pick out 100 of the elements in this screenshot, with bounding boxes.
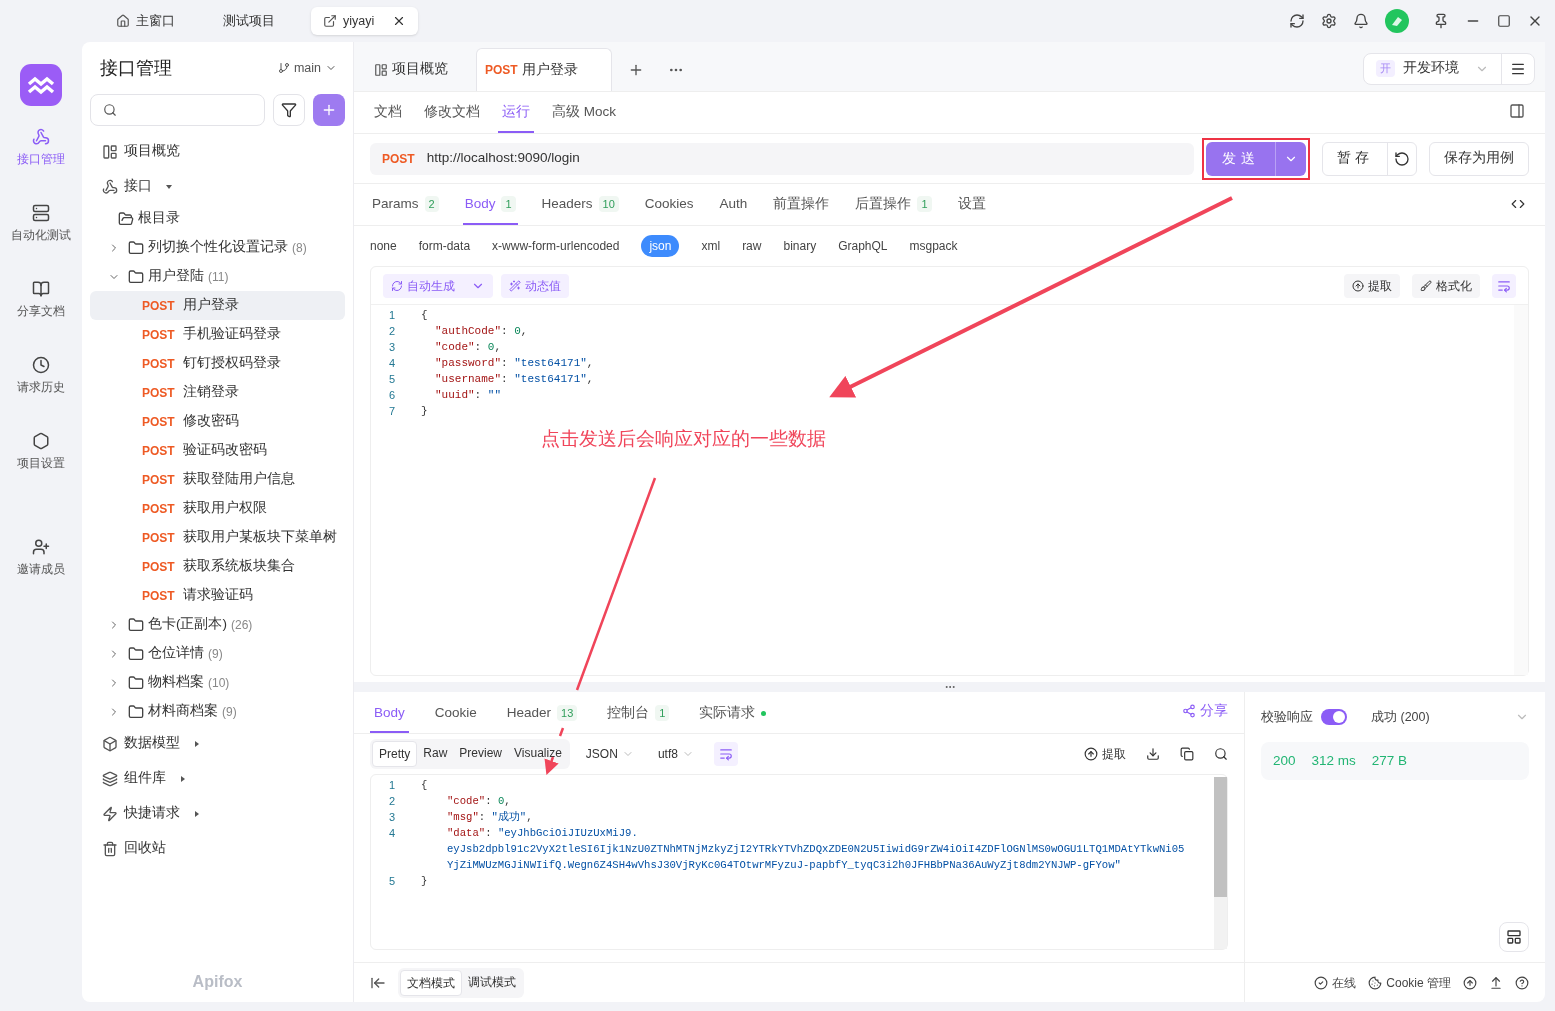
rail-item[interactable]: 邀请成员 xyxy=(3,530,79,606)
sidebar-item[interactable]: 项目概览 xyxy=(90,134,345,169)
share-link[interactable]: 分享 xyxy=(1182,700,1228,721)
tree-item[interactable]: 根目录 xyxy=(90,204,345,233)
extract-button[interactable]: 提取 xyxy=(1084,745,1126,763)
validate-switch[interactable] xyxy=(1321,709,1347,725)
save-case-button[interactable]: 保存为用例 xyxy=(1429,141,1529,176)
tree-folder[interactable]: 材料商档案 (9) xyxy=(90,697,345,726)
view-tab[interactable]: 高级 Mock xyxy=(548,93,620,133)
status-item[interactable]: 在线 xyxy=(1314,973,1357,992)
endpoint-item[interactable]: POST 获取用户某板块下菜单树 xyxy=(90,523,345,552)
body-type-option[interactable]: form-data xyxy=(418,237,471,255)
panel-toggle-icon[interactable] xyxy=(1509,103,1525,119)
document-tab[interactable]: POST 用户登录 xyxy=(476,48,612,91)
sidebar-section[interactable]: 数据模型 xyxy=(90,726,345,761)
copy-icon[interactable] xyxy=(1180,747,1194,761)
window-tab[interactable]: yiyayi xyxy=(311,7,419,35)
body-type-option[interactable]: raw xyxy=(742,237,762,255)
view-mode-option[interactable]: Pretty xyxy=(372,741,418,767)
endpoint-item[interactable]: POST 验证码改密码 xyxy=(90,436,345,465)
tree-folder[interactable]: 物料档案 (10) xyxy=(90,668,345,697)
sidebar-item[interactable]: 回收站 xyxy=(90,831,345,866)
wrap-button[interactable] xyxy=(1492,273,1516,298)
tree-folder[interactable]: 用户登陆 (11) xyxy=(90,262,345,291)
format-button[interactable]: 格式化 xyxy=(1412,273,1480,298)
param-tab[interactable]: 设置 xyxy=(955,185,988,225)
rail-item[interactable]: 分享文档 xyxy=(3,272,79,348)
tree-folder[interactable]: 仓位详情 (9) xyxy=(90,639,345,668)
layout-button[interactable] xyxy=(1499,922,1529,952)
body-type-option[interactable]: binary xyxy=(783,237,817,255)
sidebar-section[interactable]: 组件库 xyxy=(90,761,345,796)
download-icon[interactable] xyxy=(1146,747,1160,761)
response-tab[interactable]: 控制台 1 xyxy=(603,695,674,733)
mode-option[interactable]: 调试模式 xyxy=(462,969,522,996)
code-icon[interactable] xyxy=(1511,197,1525,211)
encoding-dropdown[interactable]: utf8 xyxy=(657,745,694,763)
view-tab[interactable]: 运行 xyxy=(498,93,534,133)
dynamic-value-button[interactable]: 动态值 xyxy=(501,273,569,298)
endpoint-item[interactable]: POST 请求验证码 xyxy=(90,581,345,610)
format-dropdown[interactable]: JSON xyxy=(585,745,634,763)
endpoint-item[interactable]: POST 获取登陆用户信息 xyxy=(90,465,345,494)
param-tab[interactable]: 后置操作 1 xyxy=(853,185,934,225)
add-button[interactable] xyxy=(313,94,345,126)
param-tab[interactable]: Body 1 xyxy=(462,185,518,225)
response-tab[interactable]: 实际请求 xyxy=(695,695,771,733)
tree-folder[interactable]: 列切换个性化设置记录 (8) xyxy=(90,233,345,262)
tree-folder[interactable]: 色卡(正副本) (26) xyxy=(90,610,345,639)
body-type-option[interactable]: none xyxy=(370,237,397,255)
param-tab[interactable]: Auth xyxy=(717,185,750,225)
param-tab[interactable]: 前置操作 xyxy=(771,185,832,225)
view-mode-option[interactable]: Raw xyxy=(417,741,454,767)
wrap-button[interactable] xyxy=(713,742,738,766)
view-mode-option[interactable]: Preview xyxy=(453,741,509,767)
settings-icon[interactable] xyxy=(1321,13,1337,29)
sync-icon[interactable] xyxy=(1289,13,1305,29)
endpoint-item[interactable]: POST 获取系统板块集合 xyxy=(90,552,345,581)
body-type-option[interactable]: GraphQL xyxy=(838,237,888,255)
param-tab[interactable]: Cookies xyxy=(642,185,696,225)
upload-icon[interactable] xyxy=(1463,975,1477,990)
check-circle-icon xyxy=(1314,975,1329,990)
filter-button[interactable] xyxy=(273,94,305,126)
search-icon[interactable] xyxy=(1214,747,1228,761)
view-mode-option[interactable]: Visualize xyxy=(508,741,568,767)
extract-button[interactable]: 提取 xyxy=(1344,273,1400,298)
endpoint-item[interactable]: POST 注销登录 xyxy=(90,378,345,407)
rail-item[interactable]: 请求历史 xyxy=(3,348,79,424)
scrollbar[interactable] xyxy=(1214,777,1227,949)
window-tab[interactable]: 测试项目 xyxy=(195,7,303,35)
endpoint-item[interactable]: POST 手机验证码登录 xyxy=(90,320,345,349)
body-type-option[interactable]: x-www-form-urlencoded xyxy=(492,237,620,255)
status-item[interactable]: Cookie 管理 xyxy=(1368,973,1451,992)
endpoint-item[interactable]: POST 钉钉授权码登录 xyxy=(90,349,345,378)
help-icon[interactable] xyxy=(1515,975,1529,990)
endpoint-item[interactable]: POST 修改密码 xyxy=(90,407,345,436)
branch-selector[interactable]: main xyxy=(277,58,337,78)
view-tab[interactable]: 修改文档 xyxy=(420,93,484,133)
url-field[interactable]: POST http://localhost:9090/login xyxy=(370,142,1195,175)
body-type-option[interactable]: msgpack xyxy=(909,237,958,255)
param-tab[interactable]: Headers 10 xyxy=(539,185,621,225)
view-tab[interactable]: 文档 xyxy=(370,93,406,133)
sidebar-section[interactable]: 接口 xyxy=(90,169,345,204)
param-tab[interactable]: Params 2 xyxy=(370,185,441,225)
document-tab[interactable]: 项目概览 xyxy=(366,48,476,91)
mode-option[interactable]: 文档模式 xyxy=(400,969,462,996)
rail-item[interactable]: 接口管理 xyxy=(3,120,79,196)
rail-item[interactable]: 自动化测试 xyxy=(3,196,79,272)
response-tab[interactable]: Header 13 xyxy=(502,695,582,733)
response-tab[interactable]: Body xyxy=(370,695,409,733)
body-type-option[interactable]: xml xyxy=(701,237,721,255)
sidebar-section[interactable]: 快捷请求 xyxy=(90,796,345,831)
pin-icon[interactable] xyxy=(1433,13,1449,29)
maximize-icon[interactable] xyxy=(1497,14,1511,28)
bell-icon[interactable] xyxy=(1353,13,1369,29)
endpoint-item[interactable]: POST 用户登录 xyxy=(90,291,345,320)
endpoint-item[interactable]: POST 获取用户权限 xyxy=(90,494,345,523)
search-field[interactable] xyxy=(90,94,265,126)
window-tab[interactable]: 主窗口 xyxy=(104,7,187,35)
share-icon[interactable] xyxy=(1489,975,1503,990)
rail-item[interactable]: 项目设置 xyxy=(3,424,79,500)
response-tab[interactable]: Cookie xyxy=(430,695,481,733)
